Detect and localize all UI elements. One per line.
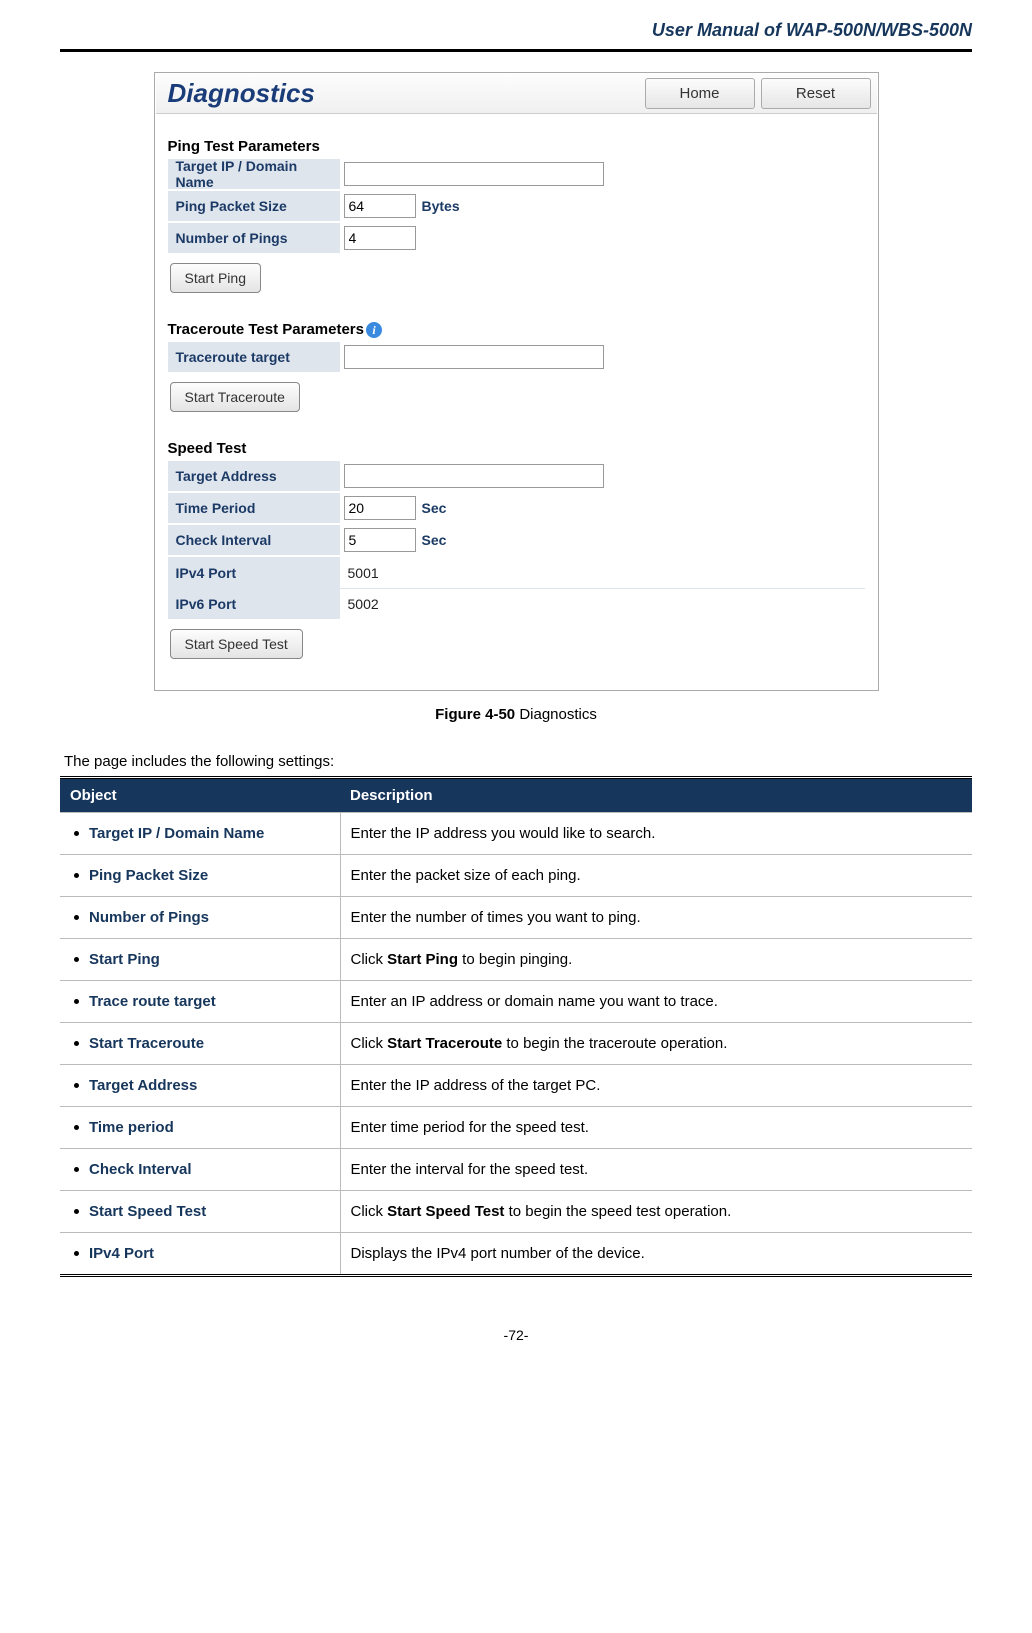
table-row: Time periodEnter time period for the spe… (60, 1107, 972, 1149)
speed-ipv6-row: IPv6 Port 5002 (168, 589, 865, 621)
description-cell: Enter the number of times you want to pi… (340, 897, 972, 939)
object-cell: Target IP / Domain Name (60, 813, 340, 855)
object-cell: Number of Pings (60, 897, 340, 939)
object-cell: Trace route target (60, 981, 340, 1023)
ping-target-row: Target IP / Domain Name (168, 159, 865, 191)
speed-period-input[interactable] (344, 496, 416, 520)
speed-ipv6-label: IPv6 Port (168, 589, 340, 619)
table-row: Check IntervalEnter the interval for the… (60, 1149, 972, 1191)
object-cell: Start Ping (60, 939, 340, 981)
speed-ipv4-row: IPv4 Port 5001 (168, 557, 865, 589)
table-row: Ping Packet SizeEnter the packet size of… (60, 855, 972, 897)
doc-header-title: User Manual of WAP-500N/WBS-500N (60, 20, 972, 49)
ping-count-input[interactable] (344, 226, 416, 250)
figure-ref: Figure 4-50 (435, 706, 515, 723)
ping-size-unit: Bytes (416, 198, 460, 214)
speed-section-title: Speed Test (168, 440, 865, 457)
table-row: Number of PingsEnter the number of times… (60, 897, 972, 939)
speed-period-label: Time Period (168, 494, 340, 522)
speed-ipv4-label: IPv4 Port (168, 557, 340, 588)
description-cell: Click Start Ping to begin pinging. (340, 939, 972, 981)
description-cell: Enter the IP address of the target PC. (340, 1065, 972, 1107)
speed-interval-input[interactable] (344, 528, 416, 552)
ping-size-input[interactable] (344, 194, 416, 218)
table-row: Target IP / Domain NameEnter the IP addr… (60, 813, 972, 855)
description-cell: Enter the IP address you would like to s… (340, 813, 972, 855)
panel-title: Diagnostics (162, 78, 639, 109)
description-table: Object Description Target IP / Domain Na… (60, 776, 972, 1277)
object-cell: Target Address (60, 1065, 340, 1107)
figure-text: Diagnostics (515, 706, 597, 723)
speed-period-row: Time Period Sec (168, 493, 865, 525)
table-row: Start PingClick Start Ping to begin ping… (60, 939, 972, 981)
titlebar: Diagnostics Home Reset (156, 74, 877, 114)
description-cell: Click Start Traceroute to begin the trac… (340, 1023, 972, 1065)
speed-interval-unit: Sec (416, 532, 447, 548)
th-object: Object (60, 778, 340, 813)
info-icon[interactable]: i (366, 322, 382, 338)
description-cell: Click Start Speed Test to begin the spee… (340, 1191, 972, 1233)
intro-text: The page includes the following settings… (60, 753, 972, 770)
trace-target-row: Traceroute target (168, 342, 865, 374)
header-rule (60, 49, 972, 52)
ping-target-input[interactable] (344, 162, 604, 186)
speed-interval-row: Check Interval Sec (168, 525, 865, 557)
table-row: Trace route targetEnter an IP address or… (60, 981, 972, 1023)
table-row: IPv4 PortDisplays the IPv4 port number o… (60, 1233, 972, 1276)
object-cell: IPv4 Port (60, 1233, 340, 1276)
table-row: Target AddressEnter the IP address of th… (60, 1065, 972, 1107)
description-cell: Enter time period for the speed test. (340, 1107, 972, 1149)
object-cell: Start Speed Test (60, 1191, 340, 1233)
ping-target-label: Target IP / Domain Name (168, 152, 340, 196)
table-row: Start Speed TestClick Start Speed Test t… (60, 1191, 972, 1233)
speed-ipv6-value: 5002 (344, 596, 379, 612)
speed-period-unit: Sec (416, 500, 447, 516)
speed-interval-label: Check Interval (168, 526, 340, 554)
figure-caption: Figure 4-50 Diagnostics (60, 706, 972, 723)
trace-section-title: Traceroute Test Parameters i (168, 321, 865, 338)
speed-addr-label: Target Address (168, 462, 340, 490)
th-description: Description (340, 778, 972, 813)
start-ping-button[interactable]: Start Ping (170, 263, 261, 293)
description-cell: Enter the interval for the speed test. (340, 1149, 972, 1191)
trace-section-label: Traceroute Test Parameters (168, 321, 365, 338)
screenshot-panel: Diagnostics Home Reset Ping Test Paramet… (154, 72, 879, 691)
home-button[interactable]: Home (645, 78, 755, 109)
description-cell: Displays the IPv4 port number of the dev… (340, 1233, 972, 1276)
ping-count-row: Number of Pings (168, 223, 865, 255)
ping-count-label: Number of Pings (168, 224, 340, 252)
speed-addr-row: Target Address (168, 461, 865, 493)
description-cell: Enter the packet size of each ping. (340, 855, 972, 897)
speed-addr-input[interactable] (344, 464, 604, 488)
ping-size-row: Ping Packet Size Bytes (168, 191, 865, 223)
description-cell: Enter an IP address or domain name you w… (340, 981, 972, 1023)
reset-button[interactable]: Reset (761, 78, 871, 109)
trace-target-label: Traceroute target (168, 343, 340, 371)
page-number: -72- (60, 1327, 972, 1343)
ping-size-label: Ping Packet Size (168, 192, 340, 220)
table-row: Start TracerouteClick Start Traceroute t… (60, 1023, 972, 1065)
speed-ipv4-value: 5001 (344, 565, 379, 581)
trace-target-input[interactable] (344, 345, 604, 369)
object-cell: Start Traceroute (60, 1023, 340, 1065)
panel-body: Ping Test Parameters Target IP / Domain … (156, 114, 877, 689)
start-traceroute-button[interactable]: Start Traceroute (170, 382, 300, 412)
start-speedtest-button[interactable]: Start Speed Test (170, 629, 303, 659)
object-cell: Time period (60, 1107, 340, 1149)
object-cell: Ping Packet Size (60, 855, 340, 897)
object-cell: Check Interval (60, 1149, 340, 1191)
